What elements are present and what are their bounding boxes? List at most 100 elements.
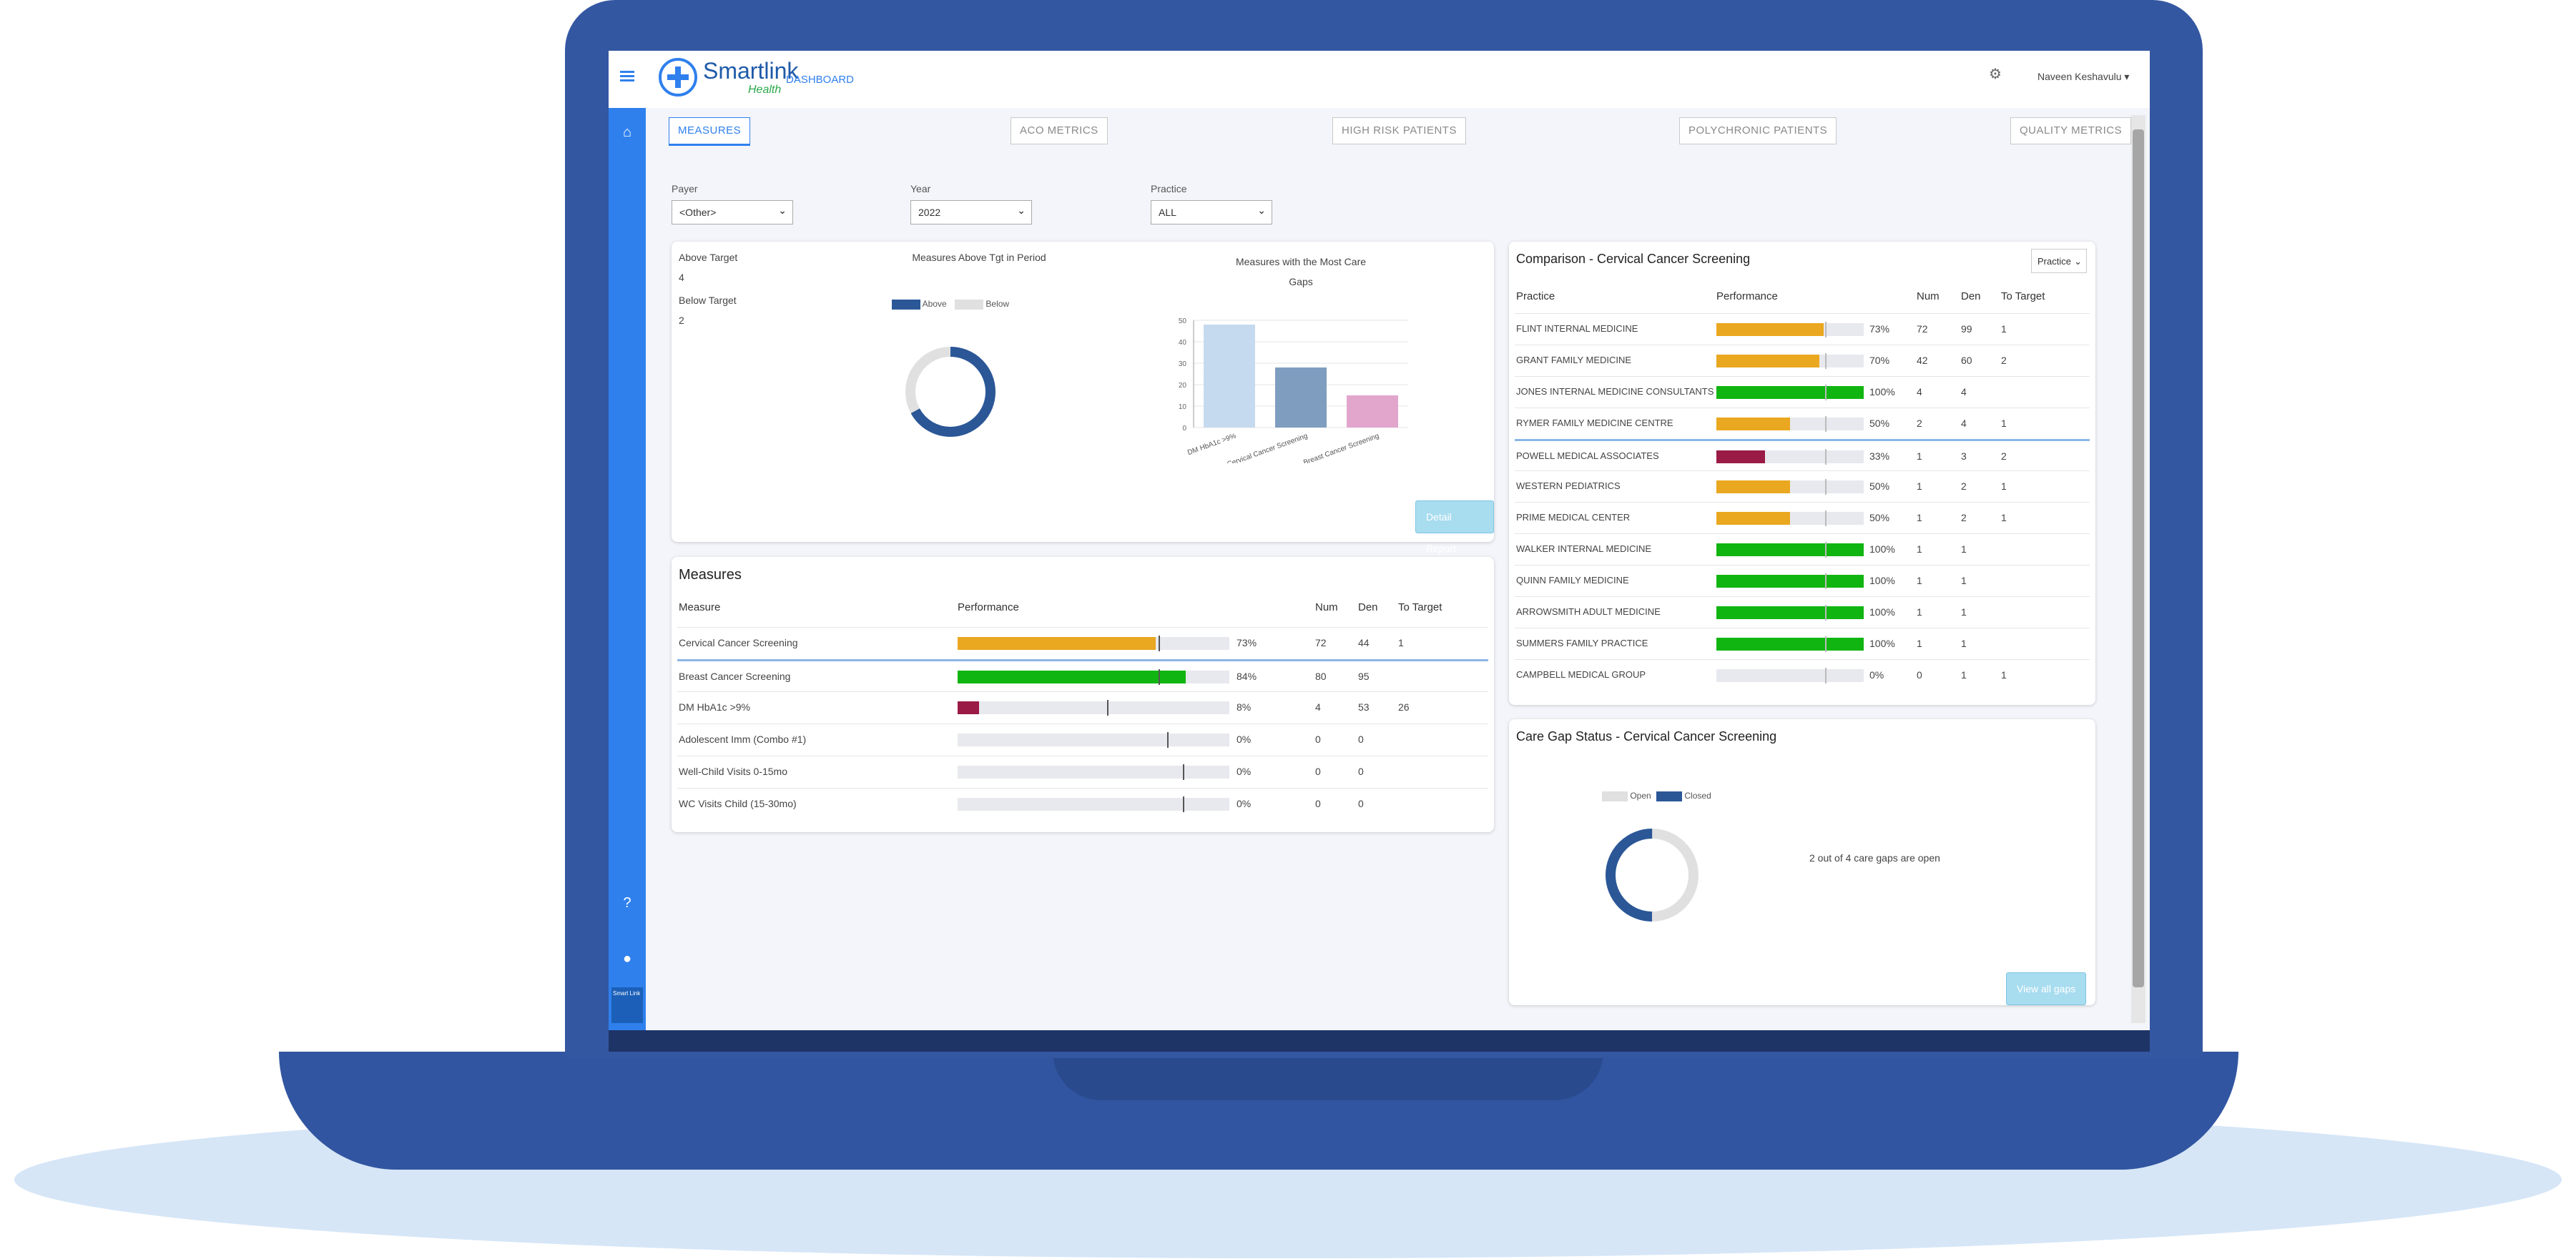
legend-above-label: Above [922,299,947,309]
tab-measures[interactable]: MEASURES [669,117,751,146]
to-target-value: 26 [1398,701,1410,713]
table-row[interactable]: Well-Child Visits 0-15mo 0% 0 0 [677,756,1488,788]
legend-open-swatch [1602,791,1628,801]
performance-bar [1716,416,1864,432]
y-tick-label: 0 [1182,425,1186,433]
to-target-value: 1 [2001,418,2007,429]
table-row[interactable]: CAMPBELL MEDICAL GROUP 0% 0 1 1 [1515,659,2090,691]
table-row[interactable]: WESTERN PEDIATRICS 50% 1 2 1 [1515,470,2090,503]
den-value: 0 [1358,766,1364,777]
practice-name: SUMMERS FAMILY PRACTICE [1516,638,1648,648]
target-marker [1825,573,1827,589]
performance-pct: 70% [1869,355,1890,366]
performance-header: Performance [958,601,1019,613]
performance-bar [1716,510,1864,526]
den-value: 0 [1358,734,1364,745]
bar[interactable] [1204,325,1255,428]
den-value: 2 [1961,480,1967,492]
table-row[interactable]: Cervical Cancer Screening 73% 72 44 1 [677,627,1488,659]
target-marker [1825,353,1827,369]
measure-name: DM HbA1c >9% [679,701,750,713]
den-value: 53 [1358,701,1370,713]
dashboard-link[interactable]: DASHBOARD [786,74,854,86]
practice-name: PRIME MEDICAL CENTER [1516,512,1631,523]
performance-pct: 100% [1869,386,1895,398]
table-row[interactable]: POWELL MEDICAL ASSOCIATES 33% 1 3 2 [1515,439,2090,473]
view-all-gaps-button[interactable]: View all gaps [2006,972,2087,1005]
tab-aco-metrics[interactable]: ACO METRICS [1011,117,1108,144]
menu-icon[interactable] [620,71,634,82]
num-value: 4 [1917,386,1922,398]
target-marker [1159,669,1161,685]
x-tick-label: DM HbA1c >9% [1186,432,1237,457]
table-row[interactable]: SUMMERS FAMILY PRACTICE 100% 1 1 [1515,628,2090,660]
comparison-card: Comparison - Cervical Cancer Screening P… [1509,242,2095,705]
num-value: 0 [1917,669,1922,681]
measure-name: Adolescent Imm (Combo #1) [679,734,807,745]
tab-quality-metrics[interactable]: QUALITY METRICS [2010,117,2132,144]
table-row[interactable]: QUINN FAMILY MEDICINE 100% 1 1 [1515,565,2090,597]
measure-header: Measure [679,601,721,613]
measure-name: Breast Cancer Screening [679,671,791,682]
table-row[interactable]: FLINT INTERNAL MEDICINE 73% 72 99 1 [1515,313,2090,345]
tab-high-risk-patients[interactable]: HIGH RISK PATIENTS [1332,117,1466,144]
to-target-value: 2 [2001,355,2007,366]
table-row[interactable]: WALKER INTERNAL MEDICINE 100% 1 1 [1515,533,2090,566]
target-marker [1825,449,1827,465]
practice-label: Practice [1151,183,1187,194]
user-icon[interactable]: ● [619,950,636,967]
comparison-dropdown[interactable]: Practice ⌄ [2031,249,2087,273]
num-value: 42 [1917,355,1928,366]
practice-name: QUINN FAMILY MEDICINE [1516,575,1629,586]
target-marker [1825,542,1827,558]
scrollbar-thumb[interactable] [2133,129,2144,987]
practice-name: JONES INTERNAL MEDICINE CONSULTANTS [1516,386,1714,397]
above-target-label: Above Target [679,252,738,263]
table-row[interactable]: Adolescent Imm (Combo #1) 0% 0 0 [677,724,1488,756]
num-value: 80 [1315,671,1327,682]
payer-select[interactable]: <Other> ⌄ [672,200,793,224]
detail-report-button[interactable]: Detail Report [1415,500,1494,554]
legend-closed-swatch [1656,791,1683,801]
practice-name: WESTERN PEDIATRICS [1516,480,1621,491]
bar[interactable] [1275,367,1327,428]
performance-bar [1716,449,1864,465]
year-select[interactable]: 2022 ⌄ [910,200,1032,224]
table-row[interactable]: ARROWSMITH ADULT MEDICINE 100% 1 1 [1515,596,2090,628]
performance-bar [1716,479,1864,495]
performance-pct: 73% [1869,323,1890,335]
to-target-value: 1 [2001,512,2007,523]
practice-select[interactable]: ALL ⌄ [1151,200,1272,224]
chevron-down-icon: ⌄ [778,204,787,216]
table-row[interactable]: RYMER FAMILY MEDICINE CENTRE 50% 2 4 1 [1515,408,2090,440]
care-gap-donut [1606,829,1699,922]
table-row[interactable]: JONES INTERNAL MEDICINE CONSULTANTS 100% 4… [1515,376,2090,408]
performance-fill [958,637,1156,650]
table-row[interactable]: WC Visits Child (15-30mo) 0% 0 0 [677,788,1488,820]
scrollbar[interactable] [2131,115,2145,1023]
performance-fill [1716,386,1864,399]
performance-pct: 84% [1237,671,1257,682]
target-marker [1825,385,1827,400]
performance-bar [958,796,1229,812]
num-value: 1 [1917,543,1922,555]
tab-polychronic-patients[interactable]: POLYCHRONIC PATIENTS [1679,117,1837,144]
den-value: 1 [1961,543,1967,555]
table-row[interactable]: DM HbA1c >9% 8% 4 53 26 [677,691,1488,724]
performance-pct: 0% [1869,669,1884,681]
screen-bottom-bar [609,1030,2150,1052]
top-bar: Smartlink Health DASHBOARD ⚙ Naveen Kesh… [609,51,2150,108]
table-row[interactable]: GRANT FAMILY MEDICINE 70% 42 60 2 [1515,345,2090,377]
num-value: 0 [1315,734,1321,745]
table-row[interactable]: Breast Cancer Screening 84% 80 95 [677,659,1488,693]
bar[interactable] [1347,395,1398,428]
help-icon[interactable]: ? [619,894,636,912]
den-value: 1 [1961,669,1967,681]
performance-fill [958,671,1186,683]
home-icon[interactable]: ⌂ [619,124,636,141]
donut-title: Measures Above Tgt in Period [912,252,1046,263]
settings-icon[interactable]: ⚙ [1989,66,2005,82]
performance-pct: 0% [1237,734,1252,745]
table-row[interactable]: PRIME MEDICAL CENTER 50% 1 2 1 [1515,502,2090,534]
user-name[interactable]: Naveen Keshavulu ▾ [2037,71,2129,83]
